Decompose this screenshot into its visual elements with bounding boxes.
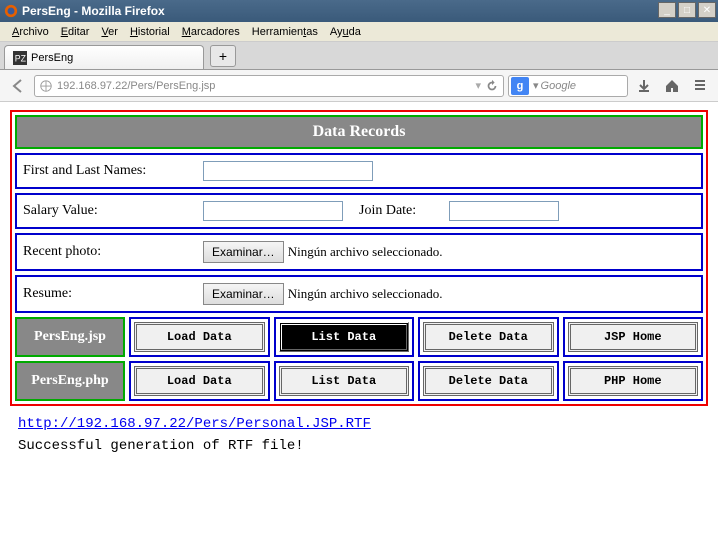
- svg-text:PZ: PZ: [15, 53, 27, 63]
- window-controls: _ □ ✕: [658, 2, 716, 18]
- cell-join: Join Date:: [359, 201, 695, 221]
- header-wrap: Data Records: [15, 115, 703, 149]
- side-label-0: PersEng.jsp: [15, 317, 125, 357]
- menu-marcadores[interactable]: Marcadores: [176, 24, 246, 40]
- php-home-button-1[interactable]: PHP Home: [568, 366, 699, 396]
- back-button[interactable]: [6, 74, 30, 98]
- menu-editar[interactable]: Editar: [55, 24, 96, 40]
- salary-label: Salary Value:: [23, 203, 203, 219]
- new-tab-button[interactable]: +: [210, 45, 236, 67]
- resume-browse-button[interactable]: Examinar…: [203, 283, 284, 305]
- button-grid: PersEng.jsp Load Data List Data Delete Data…: [15, 317, 703, 401]
- window-title: PersEng - Mozilla Firefox: [22, 4, 165, 18]
- minimize-button[interactable]: _: [658, 2, 676, 18]
- tabbar: PZ PersEng +: [0, 42, 718, 70]
- btn-cell: List Data: [274, 317, 415, 357]
- menu-historial[interactable]: Historial: [124, 24, 176, 40]
- menubar: Archivo Editar Ver Historial Marcadores …: [0, 22, 718, 42]
- menu-archivo[interactable]: Archivo: [6, 24, 55, 40]
- downloads-button[interactable]: [632, 74, 656, 98]
- names-input[interactable]: [203, 161, 373, 181]
- navbar: 192.168.97.22/Pers/PersEng.jsp ▾ g ▾ Goo…: [0, 70, 718, 102]
- photo-browse-button[interactable]: Examinar…: [203, 241, 284, 263]
- firefox-icon: [4, 4, 18, 18]
- resume-label: Resume:: [23, 286, 203, 302]
- url-right-controls: ▾: [475, 79, 499, 93]
- load-data-button-0[interactable]: Load Data: [134, 322, 265, 352]
- join-input[interactable]: [449, 201, 559, 221]
- salary-input[interactable]: [203, 201, 343, 221]
- row-salary-join: Salary Value: Join Date:: [15, 193, 703, 229]
- url-bar[interactable]: 192.168.97.22/Pers/PersEng.jsp ▾: [34, 75, 504, 97]
- delete-data-button-1[interactable]: Delete Data: [423, 366, 554, 396]
- tab-favicon-icon: PZ: [13, 51, 27, 65]
- reload-icon[interactable]: [485, 79, 499, 93]
- menu-ver[interactable]: Ver: [95, 24, 124, 40]
- main-red-border: Data Records First and Last Names: Salar…: [10, 110, 708, 406]
- btn-cell: PHP Home: [563, 361, 704, 401]
- list-data-button-0[interactable]: List Data: [279, 322, 410, 352]
- load-data-button-1[interactable]: Load Data: [134, 366, 265, 396]
- tab-perseng[interactable]: PZ PersEng: [4, 45, 204, 69]
- btn-cell: Load Data: [129, 361, 270, 401]
- search-dropdown-icon[interactable]: ▾: [533, 79, 539, 92]
- row-resume: Resume: Examinar… Ningún archivo selecci…: [15, 275, 703, 313]
- menu-herramientas[interactable]: Herramientas: [246, 24, 324, 40]
- btn-cell: List Data: [274, 361, 415, 401]
- delete-data-button-0[interactable]: Delete Data: [423, 322, 554, 352]
- page-header: Data Records: [17, 117, 701, 147]
- url-text: 192.168.97.22/Pers/PersEng.jsp: [57, 80, 215, 92]
- side-label-1: PersEng.php: [15, 361, 125, 401]
- search-placeholder: Google: [541, 80, 576, 92]
- dropdown-icon[interactable]: ▾: [475, 79, 481, 92]
- tab-label: PersEng: [31, 52, 73, 64]
- search-box[interactable]: g ▾ Google: [508, 75, 628, 97]
- footer-link[interactable]: http://192.168.97.22/Pers/Personal.JSP.R…: [18, 416, 708, 432]
- maximize-button[interactable]: □: [678, 2, 696, 18]
- names-label: First and Last Names:: [23, 163, 203, 179]
- menu-ayuda[interactable]: Ayuda: [324, 24, 367, 40]
- resume-file-status: Ningún archivo seleccionado.: [288, 286, 443, 302]
- list-data-button-1[interactable]: List Data: [279, 366, 410, 396]
- btn-cell: Load Data: [129, 317, 270, 357]
- btn-cell: Delete Data: [418, 317, 559, 357]
- join-label: Join Date:: [359, 203, 449, 219]
- home-button[interactable]: [660, 74, 684, 98]
- btn-cell: JSP Home: [563, 317, 704, 357]
- window-titlebar: PersEng - Mozilla Firefox _ □ ✕: [0, 0, 718, 22]
- page-content: Data Records First and Last Names: Salar…: [0, 102, 718, 462]
- photo-label: Recent photo:: [23, 244, 203, 260]
- jsp-home-button-0[interactable]: JSP Home: [568, 322, 699, 352]
- row-names: First and Last Names:: [15, 153, 703, 189]
- photo-file-status: Ningún archivo seleccionado.: [288, 244, 443, 260]
- google-icon: g: [511, 77, 529, 95]
- globe-icon: [39, 79, 53, 93]
- row-photo: Recent photo: Examinar… Ningún archivo s…: [15, 233, 703, 271]
- close-button[interactable]: ✕: [698, 2, 716, 18]
- cell-salary: Salary Value:: [23, 201, 359, 221]
- btn-cell: Delete Data: [418, 361, 559, 401]
- footer-message: Successful generation of RTF file!: [18, 438, 708, 454]
- bookmarks-button[interactable]: [688, 74, 712, 98]
